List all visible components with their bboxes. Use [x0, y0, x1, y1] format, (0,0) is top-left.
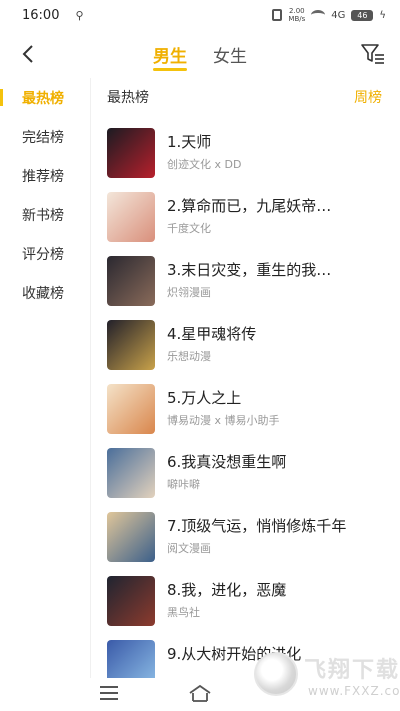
- list-item[interactable]: 4.星甲魂将传 乐想动漫: [107, 320, 400, 384]
- net-speed-value: 2.00: [289, 7, 305, 15]
- list-item[interactable]: 1.天师 创迹文化 x DD: [107, 128, 400, 192]
- comic-cover: [107, 384, 155, 434]
- sidebar-item-label: 评分榜: [22, 246, 64, 263]
- status-time: 16:00: [22, 7, 60, 23]
- sidebar-item-label: 新书榜: [22, 207, 64, 224]
- comic-cover: [107, 256, 155, 306]
- comic-title: 1.天师: [167, 133, 212, 151]
- ranking-content: 最热榜 周榜 1.天师 创迹文化 x DD 2.算命而已，九尾妖帝… 千度文化 …: [91, 78, 400, 678]
- tab-female[interactable]: 女生: [213, 30, 247, 78]
- list-item[interactable]: 2.算命而已，九尾妖帝… 千度文化: [107, 192, 400, 256]
- tab-male[interactable]: 男生: [153, 30, 187, 78]
- list-item[interactable]: 8.我，进化，恶魔 黑鸟社: [107, 576, 400, 640]
- battery-level: 46: [357, 10, 368, 20]
- filter-icon: [361, 44, 384, 64]
- list-header: 最热榜 周榜: [91, 78, 400, 116]
- filter-button[interactable]: [360, 42, 386, 66]
- sidebar-item-favorites[interactable]: 收藏榜: [0, 273, 90, 312]
- comic-title: 5.万人之上: [167, 389, 242, 407]
- watermark-domain: www.FXXZ.com: [308, 684, 400, 698]
- comic-title: 8.我，进化，恶魔: [167, 581, 287, 599]
- tab-female-label: 女生: [213, 46, 247, 67]
- comic-cover: [107, 512, 155, 562]
- sidebar-item-label: 最热榜: [22, 90, 64, 107]
- net-speed-unit: MB/s: [288, 15, 306, 23]
- comic-cover: [107, 640, 155, 678]
- status-icons: 2.00 MB/s 4G 46 ϟ: [272, 7, 386, 23]
- sidebar-item-label: 推荐榜: [22, 168, 64, 185]
- sidebar-item-label: 完结榜: [22, 129, 64, 146]
- comic-author: 千度文化: [167, 222, 211, 235]
- tab-male-label: 男生: [153, 46, 187, 67]
- comic-author: 博易动漫 x 博易小助手: [167, 414, 280, 427]
- watermark-logo-icon: [254, 652, 298, 696]
- home-icon[interactable]: [188, 683, 212, 703]
- comic-title: 4.星甲魂将传: [167, 325, 257, 343]
- app-header: 男生 女生: [0, 30, 400, 78]
- comic-title: 2.算命而已，九尾妖帝…: [167, 197, 332, 215]
- menu-icon[interactable]: [100, 686, 118, 700]
- comic-cover: [107, 576, 155, 626]
- watermark: 飞翔下载 www.FXXZ.com: [250, 648, 400, 708]
- watermark-title: 飞翔下载: [304, 658, 400, 683]
- charging-icon: ϟ: [379, 9, 386, 21]
- comic-title: 3.末日灾变，重生的我…: [167, 261, 332, 279]
- list-title: 最热榜: [107, 90, 149, 106]
- tab-indicator: [153, 68, 187, 71]
- gender-tabs: 男生 女生: [0, 30, 400, 78]
- list-item[interactable]: 5.万人之上 博易动漫 x 博易小助手: [107, 384, 400, 448]
- list-item[interactable]: 6.我真没想重生啊 噼咔噼: [107, 448, 400, 512]
- net-speed: 2.00 MB/s: [288, 7, 305, 23]
- comic-cover: [107, 448, 155, 498]
- ranking-list: 1.天师 创迹文化 x DD 2.算命而已，九尾妖帝… 千度文化 3.末日灾变，…: [91, 116, 400, 678]
- comic-title: 7.顶级气运，悄悄修炼千年: [167, 517, 347, 535]
- comic-author: 创迹文化 x DD: [167, 158, 242, 171]
- status-bar: 16:00 ⚲ 2.00 MB/s 4G 46 ϟ: [0, 0, 400, 30]
- usb-icon: ⚲: [75, 8, 84, 22]
- list-item[interactable]: 3.末日灾变，重生的我… 炽翎漫画: [107, 256, 400, 320]
- comic-author: 阅文漫画: [167, 542, 211, 555]
- battery-icon: 46: [351, 9, 374, 21]
- sidebar-item-completed[interactable]: 完结榜: [0, 117, 90, 156]
- comic-cover: [107, 320, 155, 370]
- sidebar-item-recommended[interactable]: 推荐榜: [0, 156, 90, 195]
- vibrate-icon: [272, 9, 283, 21]
- ranking-sidebar: 最热榜 完结榜 推荐榜 新书榜 评分榜 收藏榜: [0, 78, 90, 678]
- sidebar-item-label: 收藏榜: [22, 285, 64, 302]
- comic-author: 噼咔噼: [167, 478, 200, 491]
- comic-cover: [107, 192, 155, 242]
- comic-author: 黑鸟社: [167, 606, 200, 619]
- list-item[interactable]: 7.顶级气运，悄悄修炼千年 阅文漫画: [107, 512, 400, 576]
- period-selector[interactable]: 周榜: [354, 87, 382, 107]
- network-type: 4G: [331, 9, 346, 21]
- comic-title: 6.我真没想重生啊: [167, 453, 287, 471]
- comic-cover: [107, 128, 155, 178]
- comic-author: 炽翎漫画: [167, 286, 211, 299]
- sidebar-item-new[interactable]: 新书榜: [0, 195, 90, 234]
- wifi-icon: [311, 10, 326, 20]
- comic-author: 乐想动漫: [167, 350, 211, 363]
- sidebar-item-hottest[interactable]: 最热榜: [0, 78, 90, 117]
- sidebar-item-rating[interactable]: 评分榜: [0, 234, 90, 273]
